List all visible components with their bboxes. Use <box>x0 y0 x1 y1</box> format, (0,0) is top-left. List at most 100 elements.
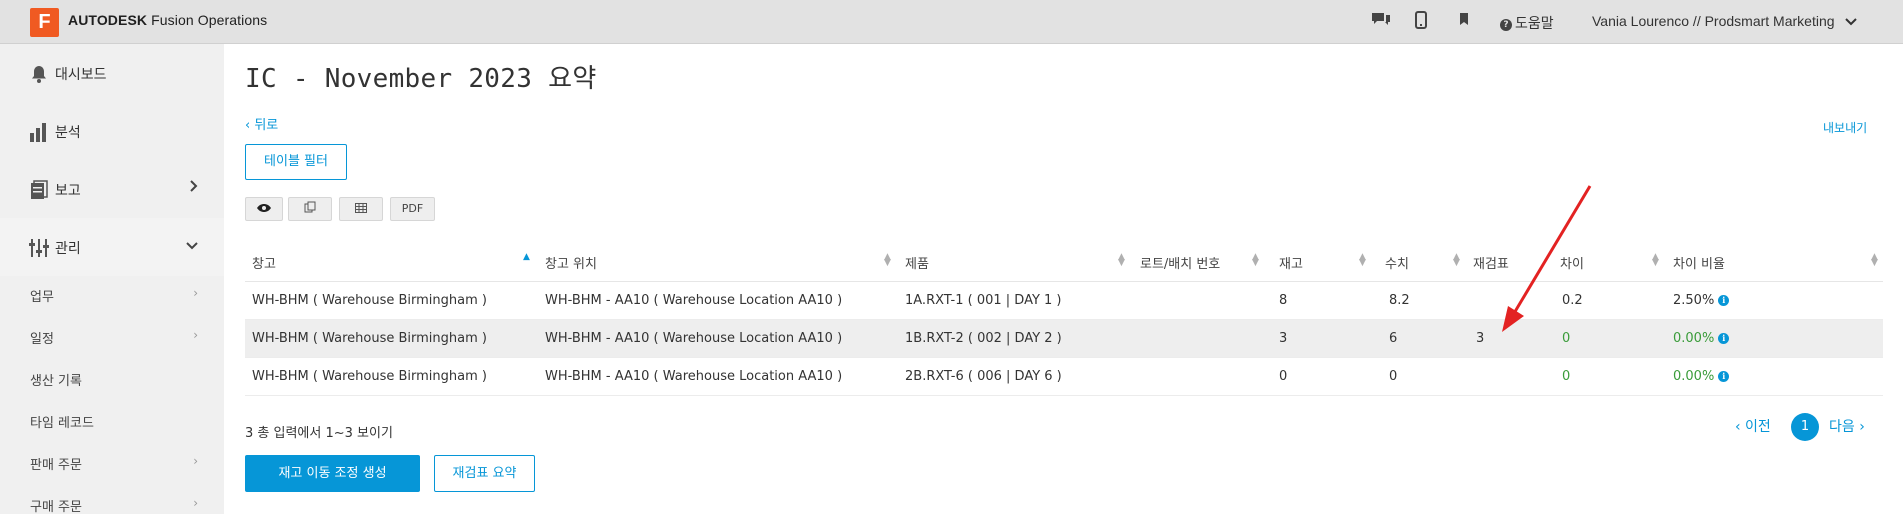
cell-difference-ratio: 2.50% i <box>1673 293 1730 308</box>
csv-button[interactable] <box>339 197 383 221</box>
sort-icon[interactable]: ▲ ▼ <box>1871 253 1878 268</box>
sort-icon[interactable]: ▲ ▼ <box>1252 253 1259 268</box>
cell-recount: 3 <box>1476 331 1485 346</box>
cell-difference-ratio: 0.00% i <box>1673 369 1730 384</box>
chevron-right-icon: › <box>193 496 198 510</box>
toggle-view-button[interactable] <box>245 197 283 221</box>
cell-product: 1B.RXT-2 ( 002 | DAY 2 ) <box>905 331 1062 346</box>
column-header-stock[interactable]: 재고 <box>1279 253 1303 272</box>
chevron-down-icon <box>186 238 198 254</box>
sliders-icon <box>28 237 50 259</box>
sidebar-item-label: 대시보드 <box>55 67 107 83</box>
sidebar-sub-label: 생산 기록 <box>30 374 82 389</box>
sidebar-item-time-records[interactable]: 타임 레코드 <box>0 400 224 440</box>
column-header-difference-ratio[interactable]: 차이 비율 <box>1673 253 1725 272</box>
table-icon <box>355 202 367 215</box>
chevron-right-icon <box>190 180 198 196</box>
user-label: Vania Lourenco // Prodsmart Marketing <box>1592 13 1835 29</box>
brand-name[interactable]: AUTODESK Fusion Operations <box>68 12 267 28</box>
sidebar-item-purchase-orders[interactable]: 구매 주문 › <box>0 484 224 524</box>
cell-count: 0 <box>1389 369 1398 384</box>
column-header-lot[interactable]: 로트/배치 번호 <box>1140 253 1220 272</box>
pagination-current-page[interactable]: 1 <box>1791 413 1819 441</box>
eye-icon <box>256 202 272 215</box>
sidebar-sub-label: 판매 주문 <box>30 458 82 473</box>
ratio-value: 2.50% <box>1673 293 1715 308</box>
entries-summary: 3 총 입력에서 1~3 보이기 <box>245 426 393 441</box>
sidebar-item-analytics[interactable]: 분석 <box>0 102 224 160</box>
sort-icon[interactable]: ▲ ▼ <box>1652 253 1659 268</box>
table-row[interactable] <box>245 282 1883 320</box>
sidebar-item-dashboard[interactable]: 대시보드 <box>0 44 224 102</box>
column-header-product[interactable]: 제품 <box>905 253 929 272</box>
page-title: IC - November 2023 요약 <box>245 64 597 94</box>
cell-location: WH-BHM - AA10 ( Warehouse Location AA10 … <box>545 331 843 346</box>
sidebar-item-tasks[interactable]: 업무 › <box>0 274 224 314</box>
row-divider <box>245 395 1883 396</box>
report-icon <box>28 179 50 201</box>
bookmark-icon[interactable] <box>1459 11 1469 32</box>
sidebar-sub-label: 타임 레코드 <box>30 416 94 431</box>
sidebar-item-production-records[interactable]: 생산 기록 <box>0 358 224 398</box>
help-menu[interactable]: ? 도움말 <box>1500 13 1554 33</box>
sidebar-item-reports[interactable]: 보고 <box>0 160 224 218</box>
table-filter-button[interactable]: 테이블 필터 <box>245 144 347 180</box>
column-header-count[interactable]: 수치 <box>1385 253 1409 272</box>
fusion-logo-icon[interactable]: F <box>30 8 59 37</box>
cell-stock: 0 <box>1279 369 1288 384</box>
cell-stock: 3 <box>1279 331 1288 346</box>
column-header-location[interactable]: 창고 위치 <box>545 253 597 272</box>
cell-location: WH-BHM - AA10 ( Warehouse Location AA10 … <box>545 369 843 384</box>
cell-product: 2B.RXT-6 ( 006 | DAY 6 ) <box>905 369 1062 384</box>
sidebar-sub-label: 업무 <box>30 290 54 305</box>
column-header-warehouse[interactable]: 창고 <box>252 253 276 272</box>
cell-count: 8.2 <box>1389 293 1410 308</box>
info-icon[interactable]: i <box>1718 295 1730 306</box>
user-menu[interactable]: Vania Lourenco // Prodsmart Marketing <box>1592 13 1857 29</box>
ratio-value: 0.00% <box>1673 331 1715 346</box>
cell-stock: 8 <box>1279 293 1288 308</box>
bell-icon <box>28 63 50 85</box>
export-link[interactable]: 내보내기 <box>1823 119 1867 136</box>
sidebar-item-sales-orders[interactable]: 판매 주문 › <box>0 442 224 482</box>
cell-warehouse: WH-BHM ( Warehouse Birmingham ) <box>252 293 487 308</box>
ratio-value: 0.00% <box>1673 369 1715 384</box>
sort-icon[interactable]: ▲ ▼ <box>1453 253 1460 268</box>
info-icon[interactable]: i <box>1718 371 1730 382</box>
chevron-right-icon: › <box>193 286 198 300</box>
sidebar-item-manage[interactable]: 관리 <box>0 218 224 276</box>
chat-icon[interactable] <box>1370 11 1392 34</box>
cell-warehouse: WH-BHM ( Warehouse Birmingham ) <box>252 369 487 384</box>
mobile-icon[interactable] <box>1415 11 1427 34</box>
sidebar-item-label: 관리 <box>55 241 81 257</box>
recount-summary-button[interactable]: 재검표 요약 <box>434 455 535 492</box>
sidebar: 대시보드 분석 보고 관리 업무 › 일정 › 생산 기록 타임 레코드 판매 … <box>0 44 224 515</box>
sort-asc-icon[interactable]: ▲ <box>523 253 530 262</box>
sidebar-item-label: 보고 <box>55 183 81 199</box>
copy-icon <box>304 201 316 215</box>
brand-bold: AUTODESK <box>68 12 148 28</box>
sort-icon[interactable]: ▲ ▼ <box>1118 253 1125 268</box>
cell-location: WH-BHM - AA10 ( Warehouse Location AA10 … <box>545 293 843 308</box>
sort-icon[interactable]: ▲ ▼ <box>1359 253 1366 268</box>
pagination-next[interactable]: 다음 › <box>1829 416 1865 436</box>
copy-button[interactable] <box>288 197 332 221</box>
sidebar-item-label: 분석 <box>55 125 81 141</box>
top-bar: F AUTODESK Fusion Operations ? 도움말 Vania … <box>0 0 1903 44</box>
table-row[interactable] <box>245 358 1883 396</box>
back-link[interactable]: ‹ 뒤로 <box>245 114 278 133</box>
cell-product: 1A.RXT-1 ( 001 | DAY 1 ) <box>905 293 1062 308</box>
cell-count: 6 <box>1389 331 1398 346</box>
cell-warehouse: WH-BHM ( Warehouse Birmingham ) <box>252 331 487 346</box>
bar-chart-icon <box>28 121 50 143</box>
table-row[interactable] <box>245 320 1883 358</box>
sidebar-item-schedule[interactable]: 일정 › <box>0 316 224 356</box>
sort-icon[interactable]: ▲ ▼ <box>884 253 891 268</box>
annotation-arrow-icon <box>1502 185 1592 332</box>
sidebar-sub-label: 일정 <box>30 332 54 347</box>
sidebar-sub-label: 구매 주문 <box>30 500 82 515</box>
info-icon[interactable]: i <box>1718 333 1730 344</box>
pagination-prev[interactable]: ‹ 이전 <box>1735 416 1771 436</box>
pdf-button[interactable]: PDF <box>390 197 435 221</box>
create-stock-adjustment-button[interactable]: 재고 이동 조정 생성 <box>245 455 420 492</box>
